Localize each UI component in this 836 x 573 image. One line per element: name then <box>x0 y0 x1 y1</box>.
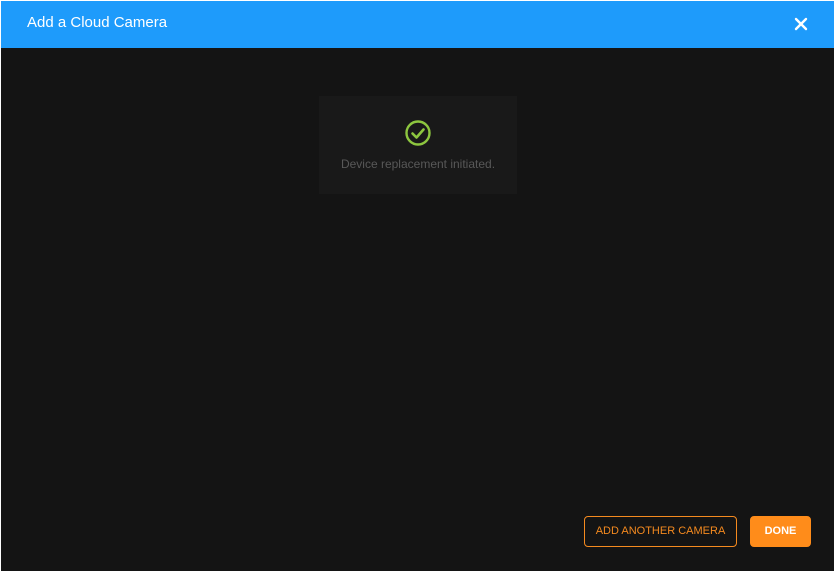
done-button[interactable]: DONE <box>750 516 811 547</box>
add-cloud-camera-dialog: Add a Cloud Camera Device replacement in… <box>1 1 834 571</box>
check-circle-icon <box>404 119 432 147</box>
status-toast: Device replacement initiated. <box>319 96 517 194</box>
add-another-camera-button[interactable]: ADD ANOTHER CAMERA <box>584 516 737 547</box>
close-button[interactable] <box>790 13 812 35</box>
status-message: Device replacement initiated. <box>340 157 496 171</box>
dialog-title: Add a Cloud Camera <box>27 14 168 31</box>
close-icon <box>794 17 808 31</box>
dialog-header: Add a Cloud Camera <box>1 1 834 48</box>
